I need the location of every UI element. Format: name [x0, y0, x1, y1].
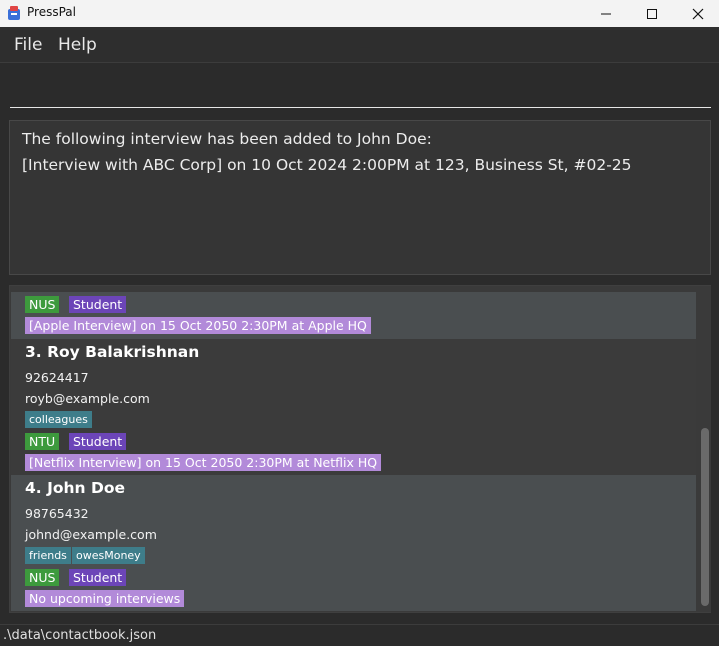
menu-help[interactable]: Help	[58, 35, 97, 55]
interview-tag: [Apple Interview] on 15 Oct 2050 2:30PM …	[25, 317, 371, 334]
tag-role: Student	[69, 569, 127, 586]
maximize-button[interactable]	[629, 0, 675, 27]
menu-bar: File Help	[0, 27, 719, 63]
label-tag: colleagues	[25, 411, 92, 428]
tag-school: NUS	[25, 569, 60, 586]
contact-name: 4. John Doe	[25, 479, 125, 497]
contact-list-viewport: NUS Student [Apple Interview] on 15 Oct …	[10, 286, 697, 612]
minimize-icon	[601, 13, 611, 14]
tag-role: Student	[69, 296, 127, 313]
menu-file[interactable]: File	[14, 35, 42, 55]
tag-role: Student	[69, 433, 127, 450]
minimize-button[interactable]	[583, 0, 629, 27]
contact-name: 3. Roy Balakrishnan	[25, 343, 200, 361]
app-logo-icon	[8, 6, 20, 20]
contact-card-john[interactable]: 4. John Doe 98765432 johnd@example.com f…	[11, 475, 696, 611]
result-message: The following interview has been added t…	[22, 130, 432, 148]
tag-school: NUS	[25, 296, 60, 313]
contact-card-roy[interactable]: 3. Roy Balakrishnan 92624417 royb@exampl…	[11, 339, 696, 475]
title-bar: PressPal	[0, 0, 719, 27]
contact-card-partial[interactable]: NUS Student [Apple Interview] on 15 Oct …	[11, 292, 696, 339]
command-box	[0, 63, 719, 115]
contact-email: royb@example.com	[25, 391, 150, 406]
contact-phone: 92624417	[25, 370, 89, 385]
interview-tag: [Netflix Interview] on 15 Oct 2050 2:30P…	[25, 454, 382, 471]
maximize-icon	[647, 8, 657, 19]
close-button[interactable]	[675, 0, 719, 27]
tag-school: NTU	[25, 433, 60, 450]
contact-phone: 98765432	[25, 506, 89, 521]
interview-tag: No upcoming interviews	[25, 590, 185, 607]
vertical-scrollbar[interactable]	[698, 286, 711, 612]
data-file-path: .\data\contactbook.json	[3, 628, 157, 643]
contact-email: johnd@example.com	[25, 527, 157, 542]
status-bar: .\data\contactbook.json	[0, 624, 719, 646]
label-tag: friends	[25, 547, 71, 564]
window-title: PressPal	[27, 5, 76, 19]
contact-list[interactable]: NUS Student [Apple Interview] on 15 Oct …	[9, 285, 711, 613]
close-icon	[692, 8, 704, 19]
result-detail: [Interview with ABC Corp] on 10 Oct 2024…	[22, 156, 632, 174]
command-input[interactable]	[10, 75, 711, 108]
label-tag: owesMoney	[72, 547, 145, 564]
scrollbar-thumb[interactable]	[701, 428, 709, 606]
result-display: The following interview has been added t…	[9, 120, 711, 275]
